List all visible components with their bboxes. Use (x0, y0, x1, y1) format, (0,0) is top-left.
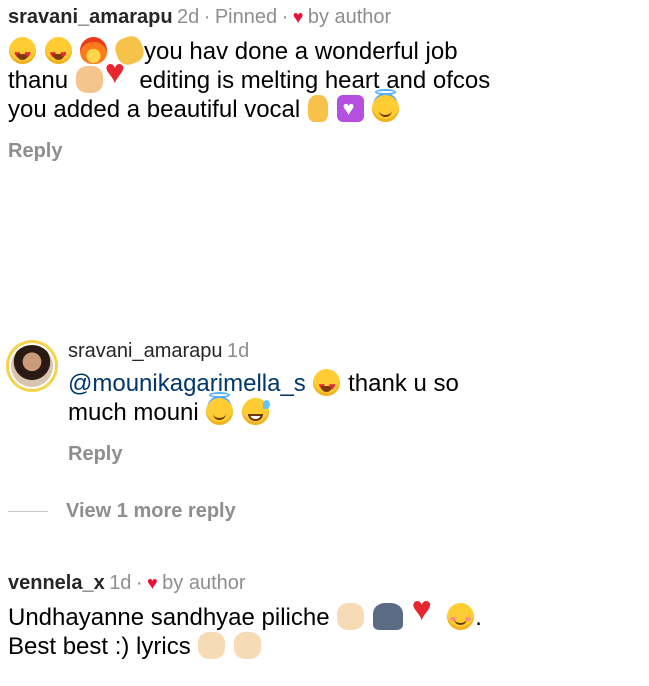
people-emoji (372, 603, 403, 630)
comment-2-username[interactable]: sravani_amarapu (68, 340, 223, 362)
halo-emoji (206, 392, 234, 425)
comment-2-body: @mounikagarimella_s thank u so much moun… (68, 369, 638, 427)
purple-heart-emoji (336, 95, 364, 124)
comment-3-line2: Best best :) lyrics (8, 633, 191, 660)
heart-eyes-emoji (9, 37, 36, 70)
comment-1-header: sravani_amarapu 2d · Pinned · ♥ by autho… (8, 6, 638, 29)
heart-eyes-emoji (313, 369, 341, 402)
comment-1-username[interactable]: sravani_amarapu (8, 6, 173, 28)
divider-line (8, 511, 48, 512)
heart-eyes-emoji (44, 37, 72, 70)
comment-1-pinned: Pinned (214, 6, 278, 28)
comment-3-line1: Undhayanne sandhyae piliche (8, 604, 330, 631)
comment-3-liked-by: by author (162, 572, 246, 594)
halo-emoji (372, 89, 400, 122)
comment-1-line3: you added a beautiful vocal (8, 96, 301, 123)
comment-1-line2b: editing is melting heart and ofcos (139, 67, 491, 94)
liked-heart-icon: ♥ (292, 7, 304, 27)
separator: · (281, 6, 289, 28)
comment-1-body: you hav done a wonderful job thanu editi… (8, 33, 638, 124)
comment-1-line1: you hav done a wonderful job (144, 38, 458, 65)
view-more-replies-label[interactable]: View 1 more reply (66, 500, 236, 523)
pinching-hand-emoji (337, 603, 365, 630)
comment-2-time: 1d (226, 340, 250, 362)
comment-2-line1: thank u so (348, 370, 459, 397)
comment-1: sravani_amarapu 2d · Pinned · ♥ by autho… (8, 6, 638, 163)
comment-1-liked-by: by author (307, 6, 392, 28)
comment-2-header: sravani_amarapu 1d (68, 340, 638, 363)
comment-3-line1-end: . (475, 604, 482, 631)
red-heart-emoji (412, 595, 439, 630)
avatar (6, 340, 58, 392)
pinching-hand-emoji (234, 632, 262, 659)
blush-emoji (447, 603, 475, 630)
separator: · (135, 572, 143, 594)
comment-3-body: Undhayanne sandhyae piliche . Best best … (8, 595, 638, 661)
ok-hand-emoji (198, 632, 226, 659)
liked-heart-icon: ♥ (147, 573, 158, 593)
separator: · (203, 6, 211, 28)
crossed-fingers-emoji (307, 95, 328, 122)
fire-emoji (80, 37, 108, 64)
comment-1-reply-button[interactable]: Reply (8, 140, 638, 163)
grinning-sweat-emoji (242, 398, 271, 425)
red-heart-emoji (105, 58, 132, 93)
comment-2-avatar[interactable] (6, 340, 58, 392)
comment-2-reply-button[interactable]: Reply (68, 443, 638, 466)
comment-2-mention-link[interactable]: @mounikagarimella_s (68, 370, 306, 397)
comment-1-line2a: thanu (8, 67, 69, 94)
comment-3-time: 1d (109, 572, 132, 594)
comment-2: sravani_amarapu 1d @mounikagarimella_s t… (68, 340, 638, 466)
view-more-replies[interactable]: View 1 more reply (8, 500, 236, 523)
comment-3: vennela_x 1d · ♥ by author Undhayanne sa… (8, 572, 638, 661)
pinching-hand-emoji (75, 66, 103, 93)
comment-2-line2: much mouni (68, 399, 199, 426)
comment-3-username[interactable]: vennela_x (8, 572, 105, 594)
comment-1-time: 2d (177, 6, 200, 28)
comment-3-header: vennela_x 1d · ♥ by author (8, 572, 638, 595)
